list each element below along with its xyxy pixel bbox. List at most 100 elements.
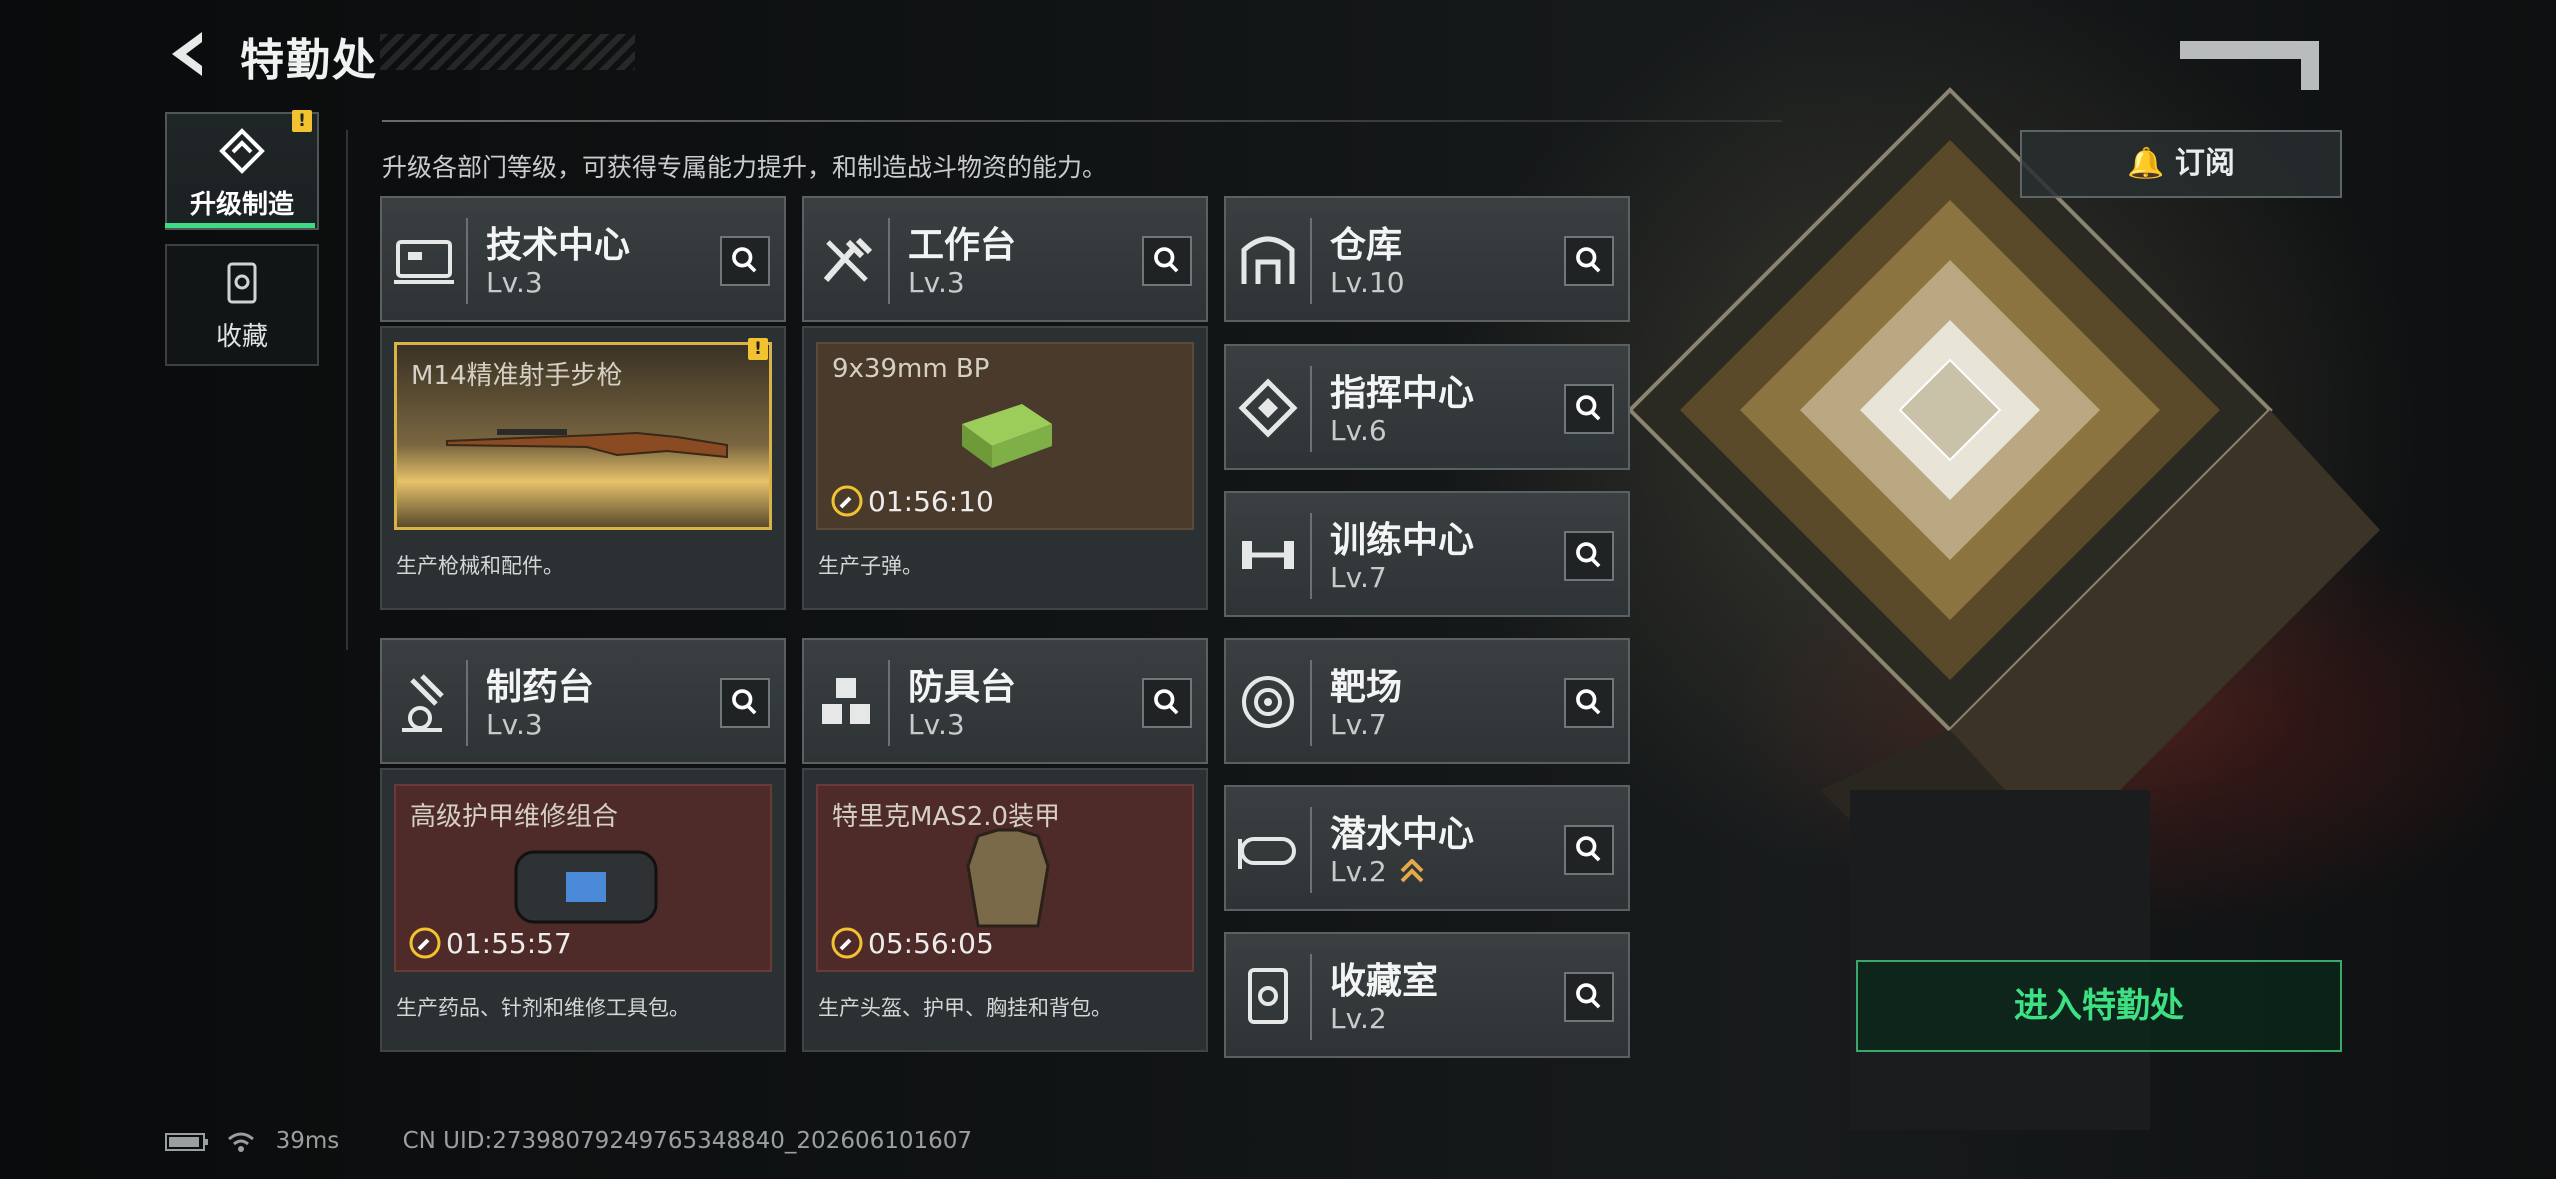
upgrade-craft-icon [219,128,265,174]
dept-name: 工作台 [908,225,1017,266]
production-panel-armor[interactable]: 特里克MAS2.0装甲 05:56:05 生产头盔、护甲、胸挂和背包。 [802,768,1208,1052]
workbench-icon [823,237,873,282]
ammo-box-image [962,404,1052,468]
back-arrow-icon[interactable] [166,28,210,80]
uid-text: CN UID:2739807924976534884​0_20260610160… [402,1128,973,1154]
dept-name: 指挥中心 [1330,373,1475,414]
collection-room-icon [1248,968,1288,1024]
collection-icon [227,262,257,304]
search-icon[interactable] [1142,678,1192,728]
nav-alert-badge: ! [292,110,312,132]
dept-card-shooting-range[interactable]: 靶场 Lv.7 [1224,638,1630,764]
dept-card-warehouse[interactable]: 仓库 Lv.10 [1224,196,1630,322]
search-icon[interactable] [1564,972,1614,1022]
bell-icon: 🔔 [2127,146,2165,181]
training-center-icon [1242,541,1294,569]
ping-value: 39ms [275,1128,340,1154]
wrench-timer-icon [831,485,863,517]
command-center-icon [1238,378,1298,438]
search-icon[interactable] [720,236,770,286]
dept-card-armor-bench[interactable]: 防具台 Lv.3 [802,638,1208,764]
search-icon[interactable] [1564,384,1614,434]
dept-card-collection-room[interactable]: 收藏室 Lv.2 [1224,932,1630,1058]
dept-card-workbench[interactable]: 工作台 Lv.3 [802,196,1208,322]
subscribe-label: 订阅 [2174,146,2235,181]
shooting-range-icon [1242,676,1294,728]
warehouse-icon [1241,236,1295,284]
body-armor-image [966,828,1050,928]
armor-bench-icon [822,678,870,724]
production-description: 生产头盔、护甲、胸挂和背包。 [818,996,1112,1020]
nav-divider [346,130,348,650]
production-description: 生产枪械和配件。 [396,554,564,578]
dept-card-tech-center[interactable]: 技术中心 Lv.3 [380,196,786,322]
dept-name: 收藏室 [1330,961,1439,1002]
wifi-icon [228,1132,255,1152]
nav-tab-collection[interactable]: 收藏 [165,244,319,366]
search-icon[interactable] [1564,825,1614,875]
diving-center-icon [1238,837,1296,869]
pharmacy-icon [402,674,444,732]
dept-level: Lv.6 [1330,414,1387,447]
nav-tab-label: 收藏 [215,322,268,352]
enter-label: 进入特勤处 [2014,986,2184,1026]
dept-level: Lv.2 [1330,1002,1387,1035]
dept-level: Lv.7 [1330,561,1387,594]
search-icon[interactable] [720,678,770,728]
active-tab-indicator [165,223,315,228]
production-panel-workbench[interactable]: 9x39mm BP 01:56:10 生产子弹。 [802,326,1208,610]
page-description: 升级各部门等级，可获得专属能力提升，和制造战斗物资的能力。 [382,153,1108,182]
repair-kit-bag-image [514,850,658,924]
dept-card-command-center[interactable]: 指挥中心 Lv.6 [1224,344,1630,470]
dept-card-diving-center[interactable]: 潜水中心 Lv.2 [1224,785,1630,911]
dept-name: 技术中心 [486,225,631,266]
enter-hq-button[interactable]: 进入特勤处 [1856,960,2342,1052]
production-timer: 05:56:05 [868,927,994,960]
search-icon[interactable] [1564,678,1614,728]
wrench-timer-icon [409,927,441,959]
dept-card-training-center[interactable]: 训练中心 Lv.7 [1224,491,1630,617]
production-slot[interactable]: 高级护甲维修组合 01:55:57 [394,784,772,972]
production-panel-pharmacy[interactable]: 高级护甲维修组合 01:55:57 生产药品、针剂和维修工具包。 [380,768,786,1052]
status-bar: 39ms CN UID:2739807924976534884​0_202606… [165,1128,972,1154]
production-slot[interactable]: 9x39mm BP 01:56:10 [816,342,1194,530]
production-slot[interactable]: M14精准射手步枪 [394,342,772,530]
header-divider [382,120,1782,122]
nav-tab-label: 升级制造 [189,190,294,220]
production-alert-badge: ! [748,338,768,360]
dept-card-pharmacy[interactable]: 制药台 Lv.3 [380,638,786,764]
dept-level: Lv.3 [486,708,543,741]
production-item-name: M14精准射手步枪 [411,361,623,391]
dept-name: 制药台 [486,667,595,708]
wrench-timer-icon [831,927,863,959]
production-timer: 01:56:10 [868,485,994,518]
tech-center-icon [394,240,454,284]
production-description: 生产药品、针剂和维修工具包。 [396,996,690,1020]
rifle-image [446,429,728,459]
page-title: 特勤处 [240,35,378,86]
production-description: 生产子弹。 [818,554,923,578]
production-item-name: 高级护甲维修组合 [410,802,619,832]
dept-name: 防具台 [908,667,1017,708]
search-icon[interactable] [1564,531,1614,581]
title-decoration [380,34,635,70]
subscribe-button[interactable]: 🔔 订阅 [2020,130,2342,198]
dept-name: 潜水中心 [1330,814,1475,855]
search-icon[interactable] [1564,236,1614,286]
dept-name: 仓库 [1330,225,1403,266]
production-timer: 01:55:57 [446,927,572,960]
dept-name: 训练中心 [1330,520,1475,561]
upgrade-chevron-icon [1400,859,1424,883]
dept-name: 靶场 [1330,667,1403,708]
production-panel-tech[interactable]: M14精准射手步枪 ! 生产枪械和配件。 [380,326,786,610]
dept-level: Lv.10 [1330,266,1405,299]
dept-level: Lv.3 [908,708,965,741]
dept-level: Lv.3 [908,266,965,299]
production-item-name: 9x39mm BP [832,354,990,384]
dept-level: Lv.7 [1330,708,1387,741]
search-icon[interactable] [1142,236,1192,286]
production-slot[interactable]: 特里克MAS2.0装甲 05:56:05 [816,784,1194,972]
dept-level: Lv.2 [1330,855,1387,888]
battery-icon [165,1132,208,1151]
dept-level: Lv.3 [486,266,543,299]
